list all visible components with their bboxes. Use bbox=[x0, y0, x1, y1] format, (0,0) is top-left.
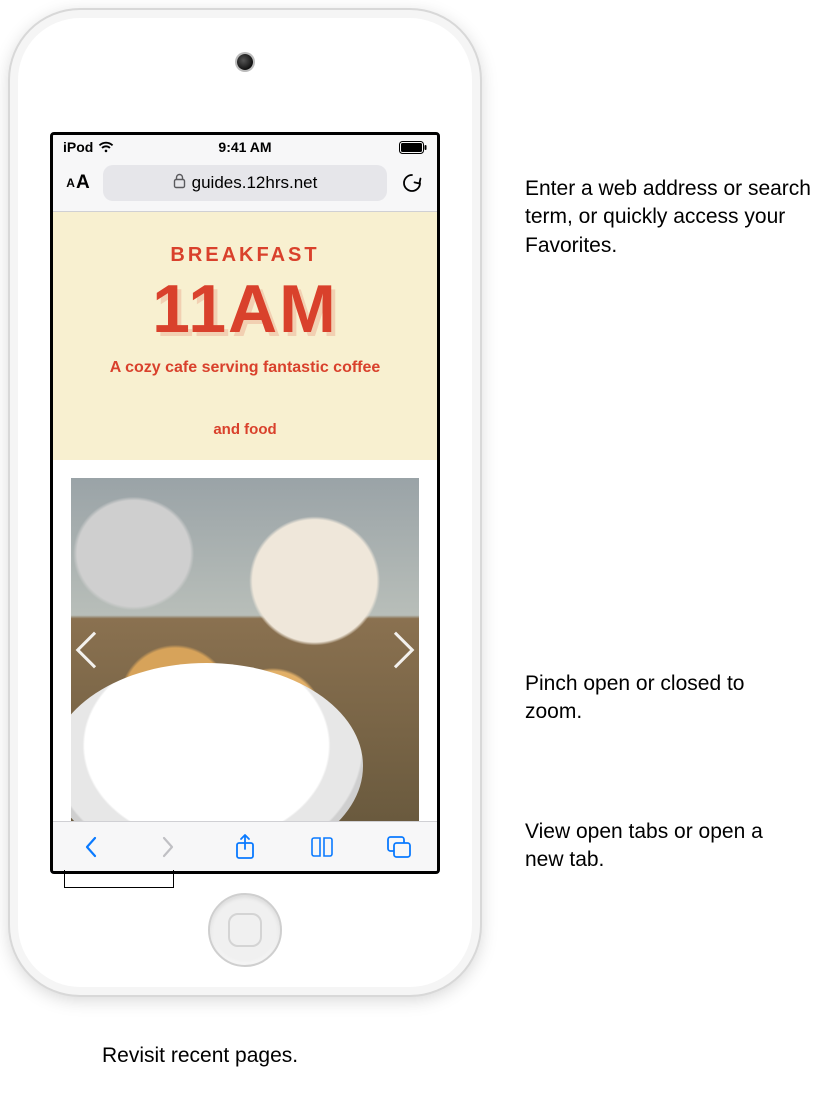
hero-banner: BREAKFAST 11AM A cozy cafe serving fanta… bbox=[53, 212, 437, 460]
tabs-button[interactable] bbox=[377, 825, 421, 869]
carrier-label: iPod bbox=[63, 139, 93, 155]
wifi-icon bbox=[98, 141, 114, 153]
small-a-icon: A bbox=[66, 176, 75, 190]
callout-history: Revisit recent pages. bbox=[102, 1042, 402, 1070]
text-size-button[interactable]: AA bbox=[61, 168, 95, 198]
hero-subtitle-2: and food bbox=[71, 421, 419, 438]
photo-container bbox=[53, 460, 437, 821]
callout-line-history bbox=[119, 888, 121, 1038]
url-field[interactable]: guides.12hrs.net bbox=[103, 165, 387, 201]
url-text: guides.12hrs.net bbox=[192, 173, 318, 193]
bottom-toolbar bbox=[53, 821, 437, 871]
plate-shape bbox=[71, 663, 363, 821]
callout-line-address bbox=[420, 190, 520, 210]
battery-icon bbox=[399, 141, 427, 154]
home-button[interactable] bbox=[208, 893, 282, 967]
camera-icon bbox=[237, 54, 253, 70]
callout-line-tabs bbox=[430, 838, 520, 858]
history-bracket bbox=[64, 870, 174, 888]
ipod-device: iPod 9:41 AM AA guides.12hrs.net bbox=[10, 10, 480, 995]
address-bar: AA guides.12hrs.net bbox=[53, 159, 437, 212]
lock-icon bbox=[173, 173, 186, 194]
screen: iPod 9:41 AM AA guides.12hrs.net bbox=[50, 132, 440, 874]
carousel-prev-icon[interactable] bbox=[76, 631, 113, 668]
status-bar: iPod 9:41 AM bbox=[53, 135, 437, 159]
callout-line-zoom bbox=[430, 690, 520, 710]
back-button[interactable] bbox=[69, 825, 113, 869]
carousel-next-icon[interactable] bbox=[378, 631, 415, 668]
bookmarks-button[interactable] bbox=[300, 825, 344, 869]
callout-tabs: View open tabs or open a new tab. bbox=[525, 818, 785, 875]
hero-subtitle-1: A cozy cafe serving fantastic coffee bbox=[71, 359, 419, 377]
big-a-icon: A bbox=[76, 172, 90, 194]
hero-time: 11AM bbox=[71, 275, 419, 343]
hero-label: BREAKFAST bbox=[71, 244, 419, 267]
web-content[interactable]: BREAKFAST 11AM A cozy cafe serving fanta… bbox=[53, 212, 437, 821]
callout-zoom: Pinch open or closed to zoom. bbox=[525, 670, 785, 727]
share-button[interactable] bbox=[223, 825, 267, 869]
callout-address: Enter a web address or search term, or q… bbox=[525, 175, 815, 260]
food-photo[interactable] bbox=[71, 478, 419, 821]
forward-button[interactable] bbox=[146, 825, 190, 869]
